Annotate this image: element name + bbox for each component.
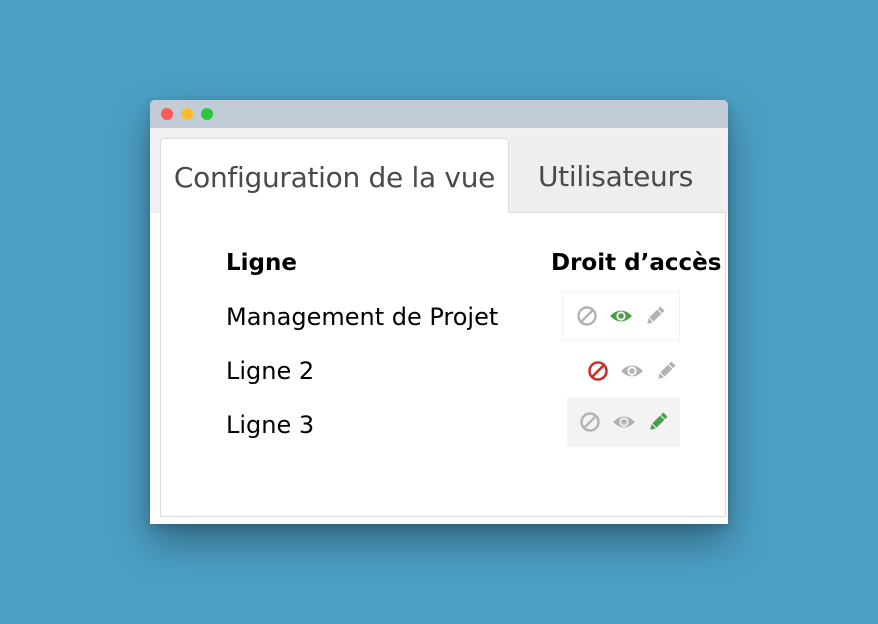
tab-users-label: Utilisateurs <box>537 160 693 193</box>
tab-bar: Configuration de la vue Utilisateurs <box>150 128 728 213</box>
ban-icon[interactable] <box>578 410 602 434</box>
title-bar <box>150 100 728 128</box>
column-header-access: Droit d’accès <box>551 250 722 276</box>
close-window-button[interactable] <box>161 108 173 120</box>
ban-icon[interactable] <box>586 359 610 383</box>
eye-icon[interactable] <box>612 410 636 434</box>
access-control-row-1 <box>562 291 680 341</box>
row-label-3: Ligne 3 <box>226 411 315 439</box>
ban-icon[interactable] <box>575 304 599 328</box>
pencil-icon[interactable] <box>654 359 678 383</box>
row-label-2: Ligne 2 <box>226 357 315 385</box>
access-control-row-3 <box>567 397 680 447</box>
minimize-window-button[interactable] <box>181 108 193 120</box>
eye-icon[interactable] <box>620 359 644 383</box>
eye-icon[interactable] <box>609 304 633 328</box>
pencil-icon[interactable] <box>643 304 667 328</box>
column-header-line: Ligne <box>226 250 297 276</box>
row-label-1: Management de Projet <box>226 303 499 331</box>
tab-configuration[interactable]: Configuration de la vue <box>160 138 509 213</box>
tab-users[interactable]: Utilisateurs <box>509 138 722 213</box>
access-control-row-2 <box>573 346 691 396</box>
zoom-window-button[interactable] <box>201 108 213 120</box>
tab-configuration-label: Configuration de la vue <box>173 161 496 194</box>
pencil-icon[interactable] <box>646 410 670 434</box>
